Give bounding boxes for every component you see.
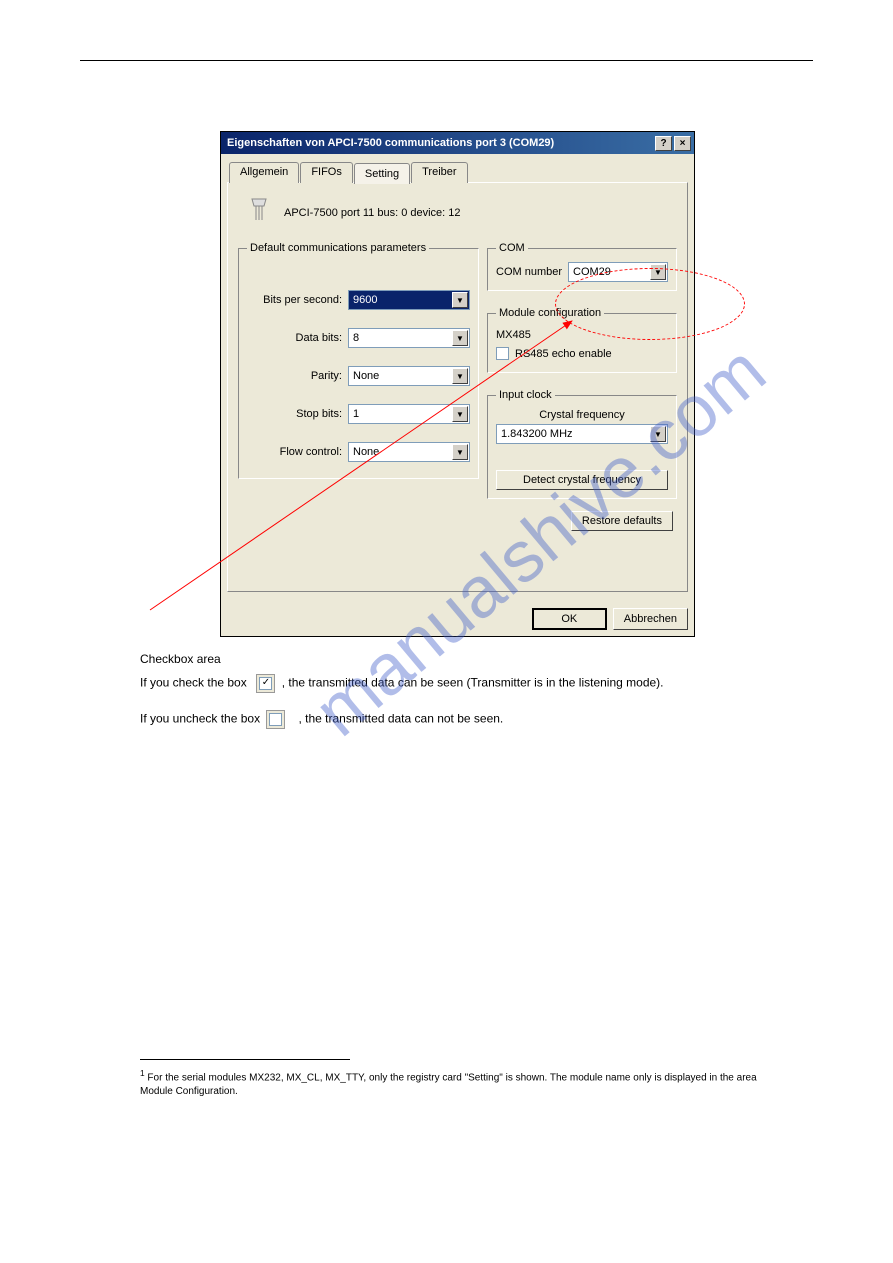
tabs: Allgemein FIFOs Setting Treiber bbox=[229, 162, 688, 183]
defaults-legend: Default communications parameters bbox=[247, 242, 429, 254]
page-divider bbox=[80, 60, 813, 61]
tab-fifos[interactable]: FIFOs bbox=[300, 162, 353, 183]
module-name: MX485 bbox=[496, 329, 668, 341]
data-bits-select[interactable]: 8 ▼ bbox=[348, 328, 470, 348]
rs485-echo-label: RS485 echo enable bbox=[515, 348, 612, 360]
footnote-divider bbox=[140, 1059, 350, 1060]
chevron-down-icon: ▼ bbox=[452, 292, 468, 308]
paragraph-checked: If you check the box ✓ , the transmitted… bbox=[140, 674, 780, 693]
ok-button[interactable]: OK bbox=[532, 608, 607, 630]
crystal-freq-select[interactable]: 1.843200 MHz ▼ bbox=[496, 424, 668, 444]
paragraph-unchecked: If you uncheck the box , the transmitted… bbox=[140, 710, 780, 729]
dialog-title: Eigenschaften von APCI-7500 communicatio… bbox=[227, 137, 653, 149]
flow-select[interactable]: None ▼ bbox=[348, 442, 470, 462]
chevron-down-icon: ▼ bbox=[650, 426, 666, 442]
detect-crystal-button[interactable]: Detect crystal frequency bbox=[496, 470, 668, 490]
unchecked-checkbox-icon bbox=[266, 710, 285, 729]
bps-label: Bits per second: bbox=[247, 294, 342, 306]
crystal-freq-label: Crystal frequency bbox=[496, 409, 668, 421]
com-number-select[interactable]: COM29 ▼ bbox=[568, 262, 668, 282]
chevron-down-icon: ▼ bbox=[452, 406, 468, 422]
stop-bits-select[interactable]: 1 ▼ bbox=[348, 404, 470, 424]
titlebar: Eigenschaften von APCI-7500 communicatio… bbox=[221, 132, 694, 154]
module-config-group: Module configuration MX485 RS485 echo en… bbox=[487, 307, 677, 373]
tab-allgemein[interactable]: Allgemein bbox=[229, 162, 299, 183]
port-icon bbox=[248, 198, 270, 228]
chevron-down-icon: ▼ bbox=[452, 368, 468, 384]
com-legend: COM bbox=[496, 242, 528, 254]
flow-label: Flow control: bbox=[247, 446, 342, 458]
tab-treiber[interactable]: Treiber bbox=[411, 162, 467, 183]
parity-label: Parity: bbox=[247, 370, 342, 382]
chevron-down-icon: ▼ bbox=[452, 330, 468, 346]
com-group: COM COM number COM29 ▼ bbox=[487, 242, 677, 291]
properties-dialog: Eigenschaften von APCI-7500 communicatio… bbox=[220, 131, 695, 637]
module-config-legend: Module configuration bbox=[496, 307, 604, 319]
device-line: APCI-7500 port 11 bus: 0 device: 12 bbox=[284, 207, 461, 219]
restore-defaults-button[interactable]: Restore defaults bbox=[571, 511, 673, 531]
footnote: 1 For the serial modules MX232, MX_CL, M… bbox=[140, 1068, 780, 1099]
cancel-button[interactable]: Abbrechen bbox=[613, 608, 688, 630]
input-clock-group: Input clock Crystal frequency 1.843200 M… bbox=[487, 389, 677, 499]
checkbox-area-label: Checkbox area bbox=[140, 651, 780, 668]
defaults-group: Default communications parameters Bits p… bbox=[238, 242, 479, 479]
help-button[interactable]: ? bbox=[655, 136, 672, 151]
com-number-label: COM number bbox=[496, 266, 568, 278]
parity-select[interactable]: None ▼ bbox=[348, 366, 470, 386]
stop-bits-label: Stop bits: bbox=[247, 408, 342, 420]
data-bits-label: Data bits: bbox=[247, 332, 342, 344]
checked-checkbox-icon: ✓ bbox=[256, 674, 275, 693]
chevron-down-icon: ▼ bbox=[650, 264, 666, 280]
tab-setting[interactable]: Setting bbox=[354, 163, 410, 184]
rs485-echo-checkbox[interactable] bbox=[496, 347, 509, 360]
input-clock-legend: Input clock bbox=[496, 389, 555, 401]
chevron-down-icon: ▼ bbox=[452, 444, 468, 460]
bps-select[interactable]: 9600 ▼ bbox=[348, 290, 470, 310]
close-button[interactable]: × bbox=[674, 136, 691, 151]
